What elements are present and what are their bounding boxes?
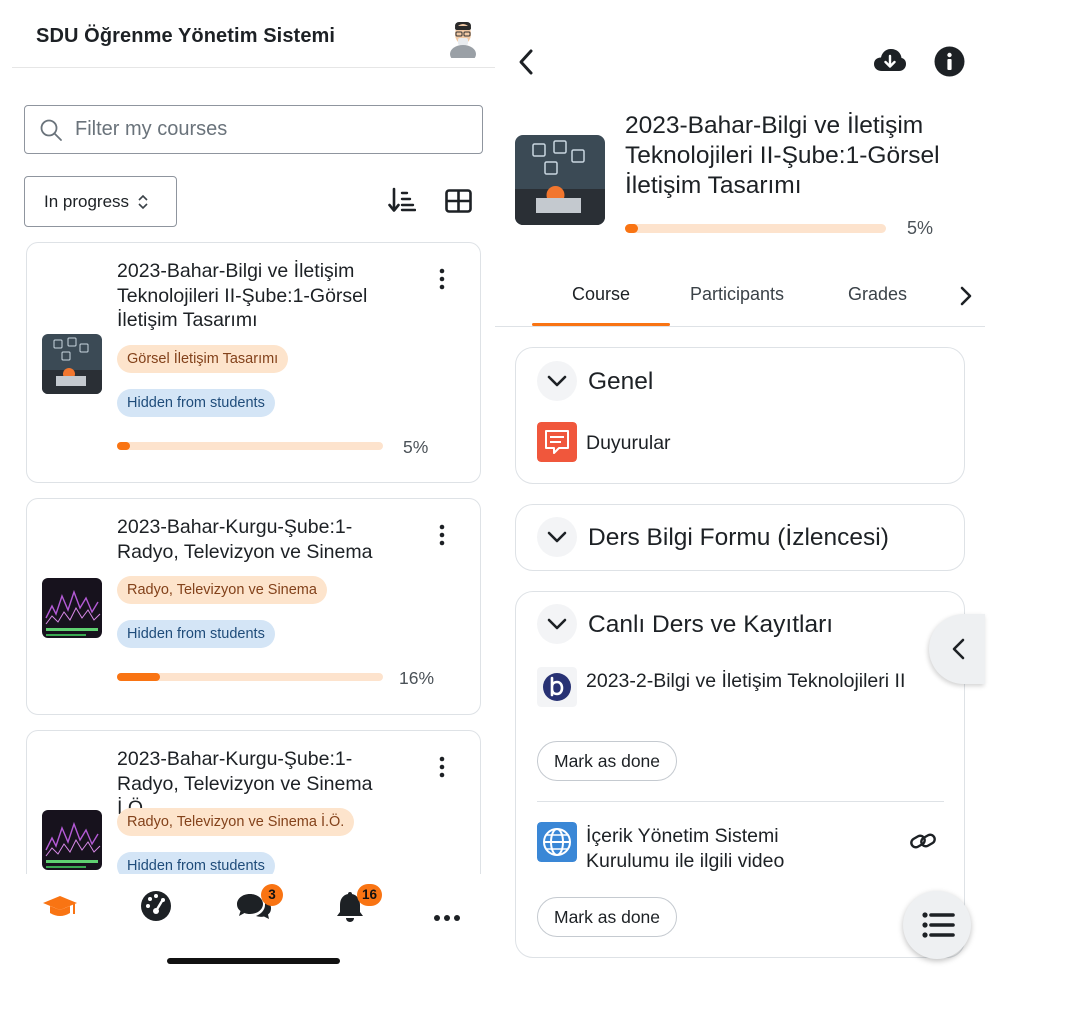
visibility-badge: Hidden from students xyxy=(117,620,275,648)
course-progress-fill xyxy=(117,673,160,681)
course-progress-text: 5% xyxy=(403,437,429,457)
kebab-menu-icon[interactable] xyxy=(437,523,447,547)
category-badge: Radyo, Televizyon ve Sinema İ.Ö. xyxy=(117,808,355,836)
status-filter-value: In progress xyxy=(44,191,130,211)
course-section: Ders Bilgi Formu (İzlencesi) xyxy=(515,504,965,571)
course-page-progress-text: 5% xyxy=(907,218,934,238)
tab-course[interactable]: Course xyxy=(572,284,630,305)
avatar[interactable] xyxy=(449,20,477,58)
back-icon[interactable] xyxy=(515,48,537,76)
course-list: 2023-Bahar-Bilgi ve İletişim Teknolojile… xyxy=(0,240,495,874)
mark-as-done-button[interactable]: Mark as done xyxy=(537,741,678,781)
module-divider xyxy=(537,801,944,802)
filter-courses-field[interactable] xyxy=(24,105,483,154)
home-indicator xyxy=(167,958,340,964)
module-name[interactable]: İçerik Yönetim Sistemi Kurulumu ile ilgi… xyxy=(586,824,836,874)
course-progress-bar xyxy=(117,442,383,450)
course-progress-bar xyxy=(117,673,383,681)
notifications-badge: 16 xyxy=(357,884,383,906)
course-card[interactable]: 2023-Bahar-Kurgu-Şube:1-Radyo, Televizyo… xyxy=(26,498,481,715)
course-section: Genel Duyurular xyxy=(515,347,965,484)
app-title: SDU Öğrenme Yönetim Sistemi xyxy=(36,25,336,47)
bigbluebutton-icon xyxy=(537,667,577,707)
course-progress-text: 16% xyxy=(399,668,435,688)
course-title[interactable]: 2023-Bahar-Bilgi ve İletişim Teknolojile… xyxy=(117,259,407,333)
course-progress-fill xyxy=(117,442,131,450)
my-courses-pane: SDU Öğrenme Yönetim Sistemi In progress xyxy=(0,0,495,1028)
section-title[interactable]: Genel xyxy=(588,368,653,396)
cloud-download-icon[interactable] xyxy=(873,47,907,75)
module-name[interactable]: 2023-2-Bilgi ve İletişim Teknolojileri I… xyxy=(586,669,921,694)
section-title[interactable]: Canlı Ders ve Kayıtları xyxy=(588,611,833,639)
kebab-menu-icon[interactable] xyxy=(437,267,447,291)
chevron-up-down-icon xyxy=(138,194,148,209)
info-icon[interactable] xyxy=(934,46,965,77)
search-icon xyxy=(40,119,62,141)
section-collapse-button[interactable] xyxy=(537,517,577,557)
module-name[interactable]: Duyurular xyxy=(586,431,671,456)
section-collapse-button[interactable] xyxy=(537,361,577,401)
course-card[interactable]: 2023-Bahar-Bilgi ve İletişim Teknolojile… xyxy=(26,242,481,483)
course-page-pane: 2023-Bahar-Bilgi ve İletişim Teknolojile… xyxy=(495,0,985,1028)
course-page-progress-fill xyxy=(625,224,639,233)
category-badge: Görsel İletişim Tasarımı xyxy=(117,345,289,373)
course-thumbnail xyxy=(42,334,102,394)
visibility-badge: Hidden from students xyxy=(117,389,275,417)
filter-courses-input[interactable] xyxy=(75,114,465,144)
course-index-drawer-handle[interactable] xyxy=(929,614,985,684)
forum-icon xyxy=(537,422,577,462)
tab-grades[interactable]: Grades xyxy=(848,284,907,305)
course-page-title: 2023-Bahar-Bilgi ve İletişim Teknolojile… xyxy=(625,112,940,199)
course-title[interactable]: 2023-Bahar-Kurgu-Şube:1-Radyo, Televizyo… xyxy=(117,515,407,564)
tab-participants[interactable]: Participants xyxy=(690,284,784,305)
course-tabs: Course Participants Grades xyxy=(495,270,985,327)
chevron-down-icon xyxy=(547,375,567,387)
graduation-cap-icon[interactable] xyxy=(40,888,80,924)
category-badge: Radyo, Televizyon ve Sinema xyxy=(117,576,327,604)
course-section: Canlı Ders ve Kayıtları 2023-2-Bilgi ve … xyxy=(515,591,965,958)
grid-view-icon[interactable] xyxy=(445,189,472,213)
section-collapse-button[interactable] xyxy=(537,604,577,644)
chevron-right-icon[interactable] xyxy=(958,284,974,308)
chevron-down-icon xyxy=(547,531,567,543)
course-thumbnail xyxy=(42,810,102,870)
course-image xyxy=(515,135,605,225)
course-thumbnail xyxy=(42,578,102,638)
course-page-progress-bar xyxy=(625,224,886,233)
messages-badge: 3 xyxy=(261,884,283,906)
active-tab-indicator xyxy=(532,323,670,326)
chevron-left-icon xyxy=(952,638,965,660)
list-icon xyxy=(922,912,955,938)
course-card[interactable]: 2023-Bahar-Kurgu-Şube:1-Radyo, Televizyo… xyxy=(26,730,481,874)
section-title[interactable]: Ders Bilgi Formu (İzlencesi) xyxy=(588,524,889,552)
sort-icon[interactable] xyxy=(388,187,416,213)
more-icon[interactable] xyxy=(427,888,467,924)
kebab-menu-icon[interactable] xyxy=(437,755,447,779)
course-index-button[interactable] xyxy=(903,891,971,959)
dashboard-icon[interactable] xyxy=(136,888,176,924)
app-header: SDU Öğrenme Yönetim Sistemi xyxy=(12,0,495,68)
status-filter-select[interactable]: In progress xyxy=(24,176,177,227)
bottom-navigation: 3 16 xyxy=(0,874,495,934)
visibility-badge: Hidden from students xyxy=(117,852,275,874)
mark-as-done-button[interactable]: Mark as done xyxy=(537,897,678,937)
link-icon[interactable] xyxy=(909,830,937,852)
chevron-down-icon xyxy=(547,618,567,630)
globe-icon xyxy=(537,822,577,862)
